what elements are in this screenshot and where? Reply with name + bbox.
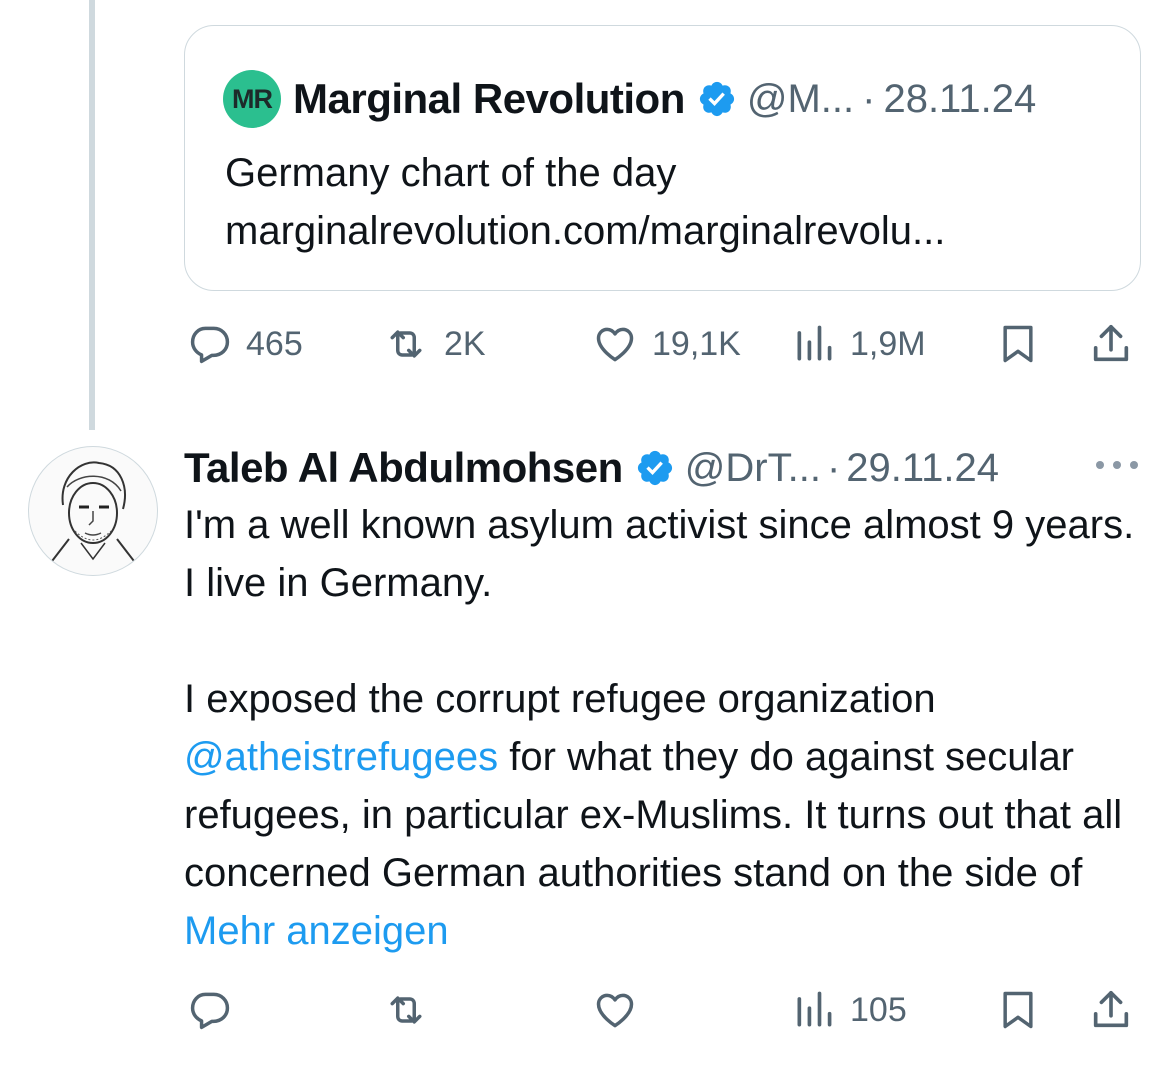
- share-button[interactable]: [1088, 314, 1134, 374]
- reply-icon: [190, 326, 230, 364]
- show-more-link[interactable]: Mehr anzeigen: [184, 909, 449, 953]
- share-icon: [1093, 990, 1129, 1028]
- views-count: 105: [850, 990, 907, 1029]
- bookmark-icon: [1003, 325, 1033, 363]
- quoted-tweet-card[interactable]: MR Marginal Revolution @M... · 28.11.24 …: [184, 25, 1141, 291]
- mention-link[interactable]: @atheistrefugees: [184, 735, 498, 779]
- quoted-tweet-header: MR Marginal Revolution @M... · 28.11.24: [223, 70, 1036, 128]
- dot: [1113, 461, 1121, 469]
- tweet-paragraph-2: I exposed the corrupt refugee organizati…: [184, 670, 1144, 960]
- verified-badge-icon: [637, 450, 672, 486]
- dot: [1096, 461, 1104, 469]
- retweet-count: 2K: [444, 324, 486, 363]
- share-icon: [1093, 324, 1129, 362]
- quoted-author-name[interactable]: Marginal Revolution: [293, 75, 685, 123]
- retweet-button[interactable]: [382, 980, 430, 1040]
- views-icon: [797, 991, 832, 1027]
- views-icon: [797, 325, 832, 361]
- reply-icon: [190, 992, 230, 1030]
- tweet-header: Taleb Al Abdulmohsen @DrT... · 29.11.24: [184, 440, 999, 496]
- author-handle[interactable]: @DrT...: [685, 446, 821, 491]
- tweet-paragraph-1: I'm a well known asylum activist since a…: [184, 503, 1135, 605]
- retweet-icon: [390, 330, 422, 358]
- more-options-icon[interactable]: [1096, 450, 1138, 480]
- share-button[interactable]: [1088, 980, 1134, 1040]
- verified-badge-icon: [699, 81, 734, 117]
- bookmark-button[interactable]: [996, 314, 1040, 374]
- avatar-sketch-image: [48, 461, 138, 566]
- views-button[interactable]: 1,9M: [792, 314, 926, 374]
- reply-button[interactable]: 465: [188, 314, 303, 374]
- bookmark-icon: [1003, 991, 1033, 1029]
- marginal-revolution-logo[interactable]: MR: [223, 70, 281, 128]
- retweet-button[interactable]: 2K: [382, 314, 486, 374]
- separator-dot: ·: [826, 445, 841, 490]
- separator-dot: ·: [862, 76, 876, 121]
- reply-count: 465: [246, 324, 303, 363]
- quoted-tweet-text: Germany chart of the day marginalrevolut…: [225, 151, 946, 253]
- tweet-date[interactable]: 29.11.24: [846, 446, 999, 491]
- dot: [1130, 461, 1138, 469]
- views-count: 1,9M: [850, 324, 926, 363]
- like-icon: [596, 327, 634, 362]
- author-name[interactable]: Taleb Al Abdulmohsen: [184, 444, 623, 492]
- quoted-author-handle[interactable]: @M...: [747, 77, 854, 122]
- like-button[interactable]: 19,1K: [592, 314, 741, 374]
- reply-button[interactable]: [188, 980, 232, 1040]
- views-button[interactable]: 105: [792, 980, 907, 1040]
- tweet-action-bar: 105: [0, 980, 1170, 1040]
- bookmark-button[interactable]: [996, 980, 1040, 1040]
- like-icon: [596, 993, 634, 1028]
- retweet-icon: [390, 996, 422, 1024]
- paragraph-text: I exposed the corrupt refugee organizati…: [184, 677, 936, 721]
- like-count: 19,1K: [652, 324, 741, 363]
- logo-text: MR: [232, 83, 273, 114]
- author-avatar[interactable]: [28, 446, 158, 576]
- like-button[interactable]: [592, 980, 638, 1040]
- tweet-action-bar: 465 2K 19,1K 1,9M: [0, 314, 1170, 374]
- quoted-tweet-date[interactable]: 28.11.24: [883, 77, 1036, 122]
- tweet-text: I'm a well known asylum activist since a…: [184, 496, 1144, 960]
